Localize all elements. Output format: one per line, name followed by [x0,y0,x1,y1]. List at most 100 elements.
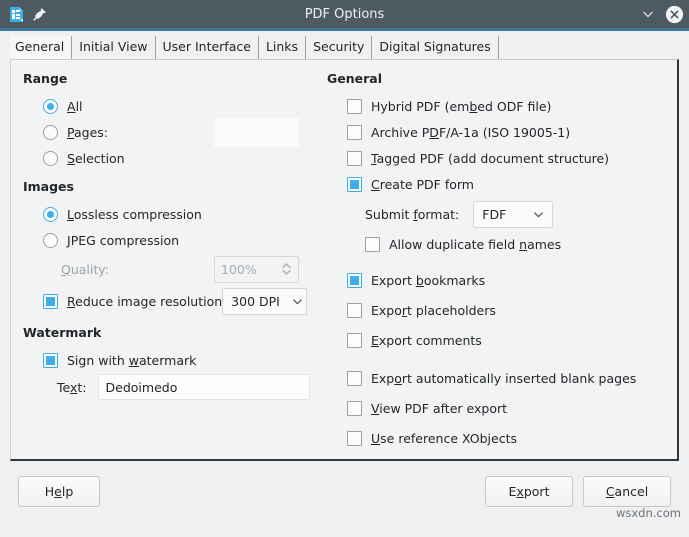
images-reduce-resolution-row[interactable]: Reduce image resolution 300 DPI [43,285,321,317]
export-comments-row[interactable]: Export comments [347,325,677,355]
watermark-sign-row[interactable]: Sign with watermark [43,347,321,373]
tab-user-interface[interactable]: User Interface [156,36,259,59]
pages-input[interactable] [214,118,299,147]
window-title: PDF Options [0,7,689,22]
export-blank-pages-label: Export automatically inserted blank page… [371,371,636,386]
submit-format-row: Submit format: FDF [365,197,677,231]
spinner-arrows-icon[interactable] [281,261,292,277]
radio-jpeg-compression[interactable] [43,233,58,248]
submit-format-label: Submit format: [365,207,459,222]
pin-icon[interactable] [32,7,47,22]
chevron-down-icon [521,209,544,220]
help-button[interactable]: Help [18,476,100,507]
images-lossless-row[interactable]: Lossless compression [43,201,321,227]
export-button[interactable]: Export [485,476,573,507]
titlebar: PDF Options [0,0,689,28]
export-bookmarks-row[interactable]: Export bookmarks [347,265,677,295]
dialog-footer: Help Export Cancel wsxdn.com [0,461,689,521]
submit-format-value: FDF [482,207,506,222]
checkbox-create-pdf-form[interactable] [347,177,362,192]
checkbox-tagged-pdf[interactable] [347,151,362,166]
tab-label: Links [266,39,298,54]
general-group-title: General [327,71,677,86]
export-comments-label: Export comments [371,333,482,348]
reduce-resolution-label: Reduce image resolution [67,294,222,309]
allow-duplicate-row[interactable]: Allow duplicate field names [365,231,677,257]
checkbox-archive-pdfa[interactable] [347,125,362,140]
create-pdf-form-row[interactable]: Create PDF form [347,171,677,197]
export-placeholders-row[interactable]: Export placeholders [347,295,677,325]
tagged-pdf-row[interactable]: Tagged PDF (add document structure) [347,145,677,171]
range-selection-row[interactable]: Selection [43,145,321,171]
archive-pdfa-row[interactable]: Archive PDF/A-1a (ISO 19005-1) [347,119,677,145]
chevron-down-icon [280,296,303,307]
images-jpeg-row[interactable]: JPEG compression [43,227,321,253]
pdf-options-dialog: PDF Options General Initial View User In… [0,0,689,537]
export-placeholders-label: Export placeholders [371,303,496,318]
checkbox-allow-duplicate-field-names[interactable] [365,237,380,252]
tab-links[interactable]: Links [259,36,306,59]
help-label: Help [45,484,74,499]
submit-format-dropdown[interactable]: FDF [473,201,553,228]
images-group-title: Images [23,179,321,194]
export-blank-pages-row[interactable]: Export automatically inserted blank page… [347,363,677,393]
archive-pdfa-label: Archive PDF/A-1a (ISO 19005-1) [371,125,570,140]
hybrid-pdf-row[interactable]: Hybrid PDF (embed ODF file) [347,93,677,119]
images-quality-row: Quality: 100% [61,253,321,285]
tab-initial-view[interactable]: Initial View [72,36,155,59]
use-reference-xobjects-row[interactable]: Use reference XObjects [347,423,677,453]
range-all-row[interactable]: All [43,93,321,119]
use-reference-xobjects-label: Use reference XObjects [371,431,517,446]
radio-lossless-compression[interactable] [43,207,58,222]
right-column: General Hybrid PDF (embed ODF file) Arch… [321,60,677,459]
hybrid-pdf-label: Hybrid PDF (embed ODF file) [371,99,551,114]
dpi-dropdown[interactable]: 300 DPI [222,288,307,315]
checkbox-hybrid-pdf[interactable] [347,99,362,114]
quality-spinbox[interactable]: 100% [214,256,299,283]
checkbox-view-pdf-after-export[interactable] [347,401,362,416]
tab-label: Security [313,39,364,54]
view-pdf-after-export-label: View PDF after export [371,401,507,416]
create-pdf-form-label: Create PDF form [371,177,474,192]
range-pages-row[interactable]: Pages: [43,119,321,145]
footer-action-buttons: Export Cancel [485,476,671,507]
tab-label: Digital Signatures [379,39,490,54]
range-group-title: Range [23,71,321,86]
tab-digital-signatures[interactable]: Digital Signatures [372,36,498,59]
sign-watermark-label: Sign with watermark [67,353,196,368]
view-pdf-after-export-row[interactable]: View PDF after export [347,393,677,423]
left-column: Range All Pages: Selection Images Lossle… [11,60,321,459]
checkbox-export-bookmarks[interactable] [347,273,362,288]
tab-label: Initial View [79,39,147,54]
chevron-down-icon[interactable] [639,5,657,23]
checkbox-export-blank-pages[interactable] [347,371,362,386]
checkbox-export-comments[interactable] [347,333,362,348]
tab-general[interactable]: General [10,36,72,59]
allow-duplicate-label: Allow duplicate field names [389,237,561,252]
tagged-pdf-label: Tagged PDF (add document structure) [371,151,609,166]
close-icon[interactable] [665,5,683,23]
range-pages-label: Pages: [67,125,108,140]
watermark-text-input[interactable]: Dedoimedo [98,374,310,400]
tab-security[interactable]: Security [306,36,372,59]
range-all-label: All [67,99,83,114]
dpi-value: 300 DPI [231,294,280,309]
jpeg-label: JPEG compression [67,233,179,248]
quality-value: 100% [221,262,257,277]
radio-all[interactable] [43,99,58,114]
checkbox-sign-with-watermark[interactable] [43,353,58,368]
titlebar-left-icons [4,6,47,23]
tab-bar: General Initial View User Interface Link… [0,31,689,59]
tab-label: User Interface [163,39,251,54]
cancel-button[interactable]: Cancel [583,476,671,507]
site-watermark: wsxdn.com [616,506,681,520]
watermark-group-title: Watermark [23,325,321,340]
radio-selection[interactable] [43,151,58,166]
watermark-text-row: Text: Dedoimedo [57,373,321,401]
cancel-label: Cancel [606,484,648,499]
checkbox-use-reference-xobjects[interactable] [347,431,362,446]
radio-pages[interactable] [43,125,58,140]
watermark-text-label: Text: [57,380,87,395]
checkbox-reduce-image-resolution[interactable] [43,294,58,309]
checkbox-export-placeholders[interactable] [347,303,362,318]
